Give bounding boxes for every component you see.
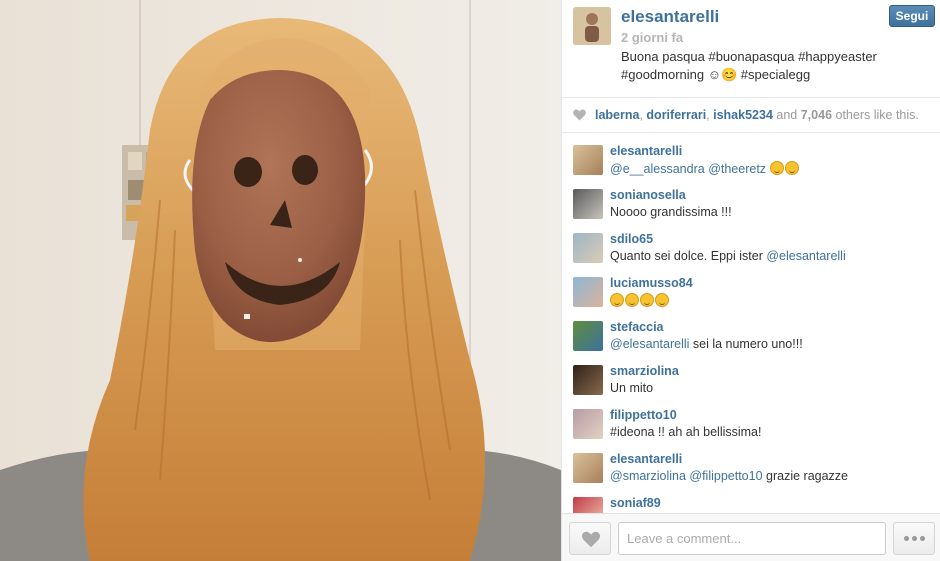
comment-avatar[interactable] bbox=[573, 233, 603, 263]
emoji-icon bbox=[784, 161, 799, 175]
comment-fragment: Noooo grandissima !!! bbox=[610, 205, 732, 219]
comment-text: Un mito bbox=[610, 381, 653, 395]
mention-link[interactable]: @e__alessandra bbox=[610, 162, 705, 176]
comment-text: Noooo grandissima !!! bbox=[610, 205, 732, 219]
emoji-icon bbox=[769, 161, 784, 175]
ellipsis-icon bbox=[903, 536, 909, 541]
comment-avatar[interactable] bbox=[573, 497, 603, 513]
comment-text: @smarziolina @filippetto10 grazie ragazz… bbox=[610, 469, 848, 483]
emoji-icon bbox=[640, 293, 654, 307]
post-caption: Buona pasqua #buonapasqua #happyeaster #… bbox=[621, 48, 911, 84]
comment-username[interactable]: stefaccia bbox=[610, 320, 664, 334]
owner-username[interactable]: elesantarelli bbox=[621, 7, 719, 27]
comment-avatar[interactable] bbox=[573, 453, 603, 483]
like-button[interactable] bbox=[569, 522, 611, 555]
photo-illustration bbox=[0, 0, 561, 561]
likes-and: and bbox=[776, 108, 798, 122]
emoji-icon bbox=[625, 293, 639, 307]
comment-username[interactable]: elesantarelli bbox=[610, 452, 682, 466]
comment-avatar[interactable] bbox=[573, 277, 603, 307]
comment-fragment: Quanto sei dolce. Eppi ister bbox=[610, 249, 767, 263]
comment-input[interactable] bbox=[618, 522, 886, 555]
comment-item: soniaf89 bbox=[562, 485, 940, 513]
like-user[interactable]: ishak5234 bbox=[713, 108, 773, 122]
comment-item: elesantarelli @smarziolina @filippetto10 … bbox=[562, 441, 940, 485]
comment-item: filippetto10 #ideona !! ah ah bellissima! bbox=[562, 397, 940, 441]
comment-text: @e__alessandra @theeretz bbox=[610, 161, 800, 176]
comment-text: #ideona !! ah ah bellissima! bbox=[610, 425, 761, 439]
likes-bar: laberna, doriferrari, ishak5234 and 7,04… bbox=[562, 97, 940, 133]
mention-link[interactable]: @elesantarelli bbox=[766, 249, 845, 263]
likes-count[interactable]: 7,046 bbox=[801, 108, 832, 122]
mention-link[interactable]: @filippetto10 bbox=[689, 469, 762, 483]
comment-avatar[interactable] bbox=[573, 365, 603, 395]
owner-avatar[interactable] bbox=[573, 7, 611, 45]
comment-item: sdilo65 Quanto sei dolce. Eppi ister @ele… bbox=[562, 221, 940, 265]
emoji-icon bbox=[655, 293, 669, 307]
post-time[interactable]: 2 giorni fa bbox=[621, 30, 683, 45]
comment-item: smarziolina Un mito bbox=[562, 353, 940, 397]
comment-item: sonianosella Noooo grandissima !!! bbox=[562, 177, 940, 221]
heart-icon bbox=[573, 109, 586, 121]
mention-link[interactable]: @theeretz bbox=[708, 162, 766, 176]
comment-username[interactable]: filippetto10 bbox=[610, 408, 677, 422]
comment-username[interactable]: luciamusso84 bbox=[610, 276, 693, 290]
comment-item: elesantarelli @e__alessandra @theeretz bbox=[562, 133, 940, 177]
comment-fragment: sei la numero uno!!! bbox=[689, 337, 803, 351]
comment-text bbox=[610, 293, 670, 308]
post-photo[interactable] bbox=[0, 0, 561, 561]
caption-text: Buona pasqua #buonapasqua #happyeaster #… bbox=[621, 49, 877, 82]
more-options-button[interactable] bbox=[893, 522, 935, 555]
like-user[interactable]: laberna bbox=[595, 108, 639, 122]
post-sidebar: elesantarelli 2 giorni fa Buona pasqua #… bbox=[561, 0, 940, 561]
comment-item: stefaccia @elesantarelli sei la numero un… bbox=[562, 309, 940, 353]
comment-avatar[interactable] bbox=[573, 321, 603, 351]
comment-username[interactable]: elesantarelli bbox=[610, 144, 682, 158]
comment-username[interactable]: soniaf89 bbox=[610, 496, 661, 510]
post-header: elesantarelli 2 giorni fa Buona pasqua #… bbox=[562, 0, 940, 97]
comment-item: luciamusso84 bbox=[562, 265, 940, 309]
comment-avatar[interactable] bbox=[573, 409, 603, 439]
comment-fragment: #ideona !! ah ah bellissima! bbox=[610, 425, 762, 439]
comment-footer bbox=[562, 513, 940, 561]
comment-fragment bbox=[766, 162, 769, 176]
like-user[interactable]: doriferrari bbox=[646, 108, 706, 122]
heart-icon bbox=[581, 531, 601, 548]
comment-avatar[interactable] bbox=[573, 189, 603, 219]
comment-text: Quanto sei dolce. Eppi ister @elesantare… bbox=[610, 249, 846, 263]
likes-suffix: others like this. bbox=[835, 108, 919, 122]
mention-link[interactable]: @elesantarelli bbox=[610, 337, 689, 351]
comment-username[interactable]: sonianosella bbox=[610, 188, 686, 202]
follow-button[interactable]: Segui bbox=[889, 5, 935, 27]
emoji-icon bbox=[610, 293, 624, 307]
comments-list[interactable]: elesantarelli @e__alessandra @theeretz so… bbox=[562, 133, 940, 513]
mention-link[interactable]: @smarziolina bbox=[610, 469, 686, 483]
comment-fragment: Un mito bbox=[610, 381, 654, 395]
comment-fragment: grazie ragazze bbox=[762, 469, 849, 483]
comment-text: @elesantarelli sei la numero uno!!! bbox=[610, 337, 803, 351]
comment-avatar[interactable] bbox=[573, 145, 603, 175]
comment-username[interactable]: smarziolina bbox=[610, 364, 679, 378]
comment-username[interactable]: sdilo65 bbox=[610, 232, 653, 246]
